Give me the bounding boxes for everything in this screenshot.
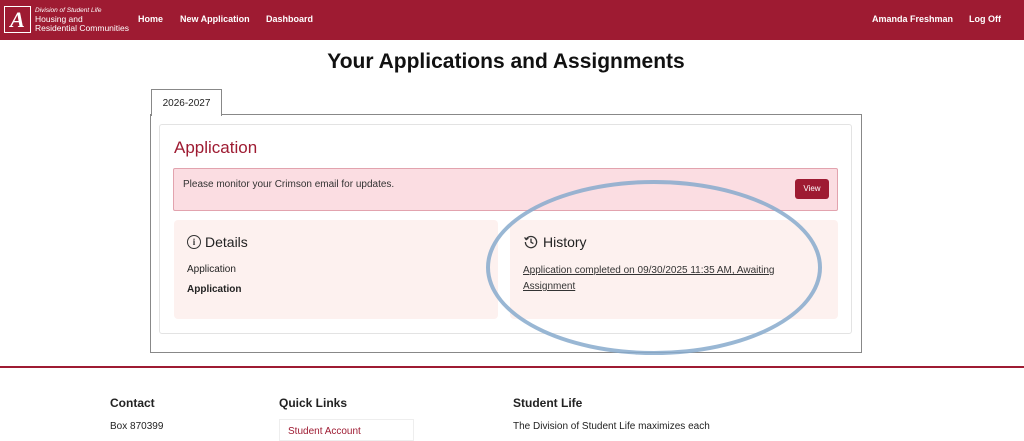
alert-message: Please monitor your Crimson email for up…	[183, 179, 395, 190]
info-circle-icon: i	[187, 235, 201, 249]
details-heading-text: Details	[205, 234, 248, 250]
brand-text[interactable]: Division of Student Life Housing and Res…	[35, 6, 129, 33]
nav-home-link[interactable]: Home	[138, 14, 163, 24]
view-button[interactable]: View	[795, 179, 829, 199]
top-navbar: A Division of Student Life Housing and R…	[0, 0, 1024, 40]
quick-link-student-account[interactable]: Student Account	[288, 426, 361, 437]
details-heading: i Details	[187, 234, 248, 250]
footer-student-life-title: Student Life	[513, 396, 583, 410]
footer-quick-links-title: Quick Links	[279, 396, 348, 410]
detail-value: Application	[187, 284, 242, 295]
history-heading-text: History	[543, 234, 587, 250]
page-title: Your Applications and Assignments	[327, 50, 685, 73]
history-clock-icon	[524, 235, 538, 249]
nav-dashboard-link[interactable]: Dashboard	[266, 14, 313, 24]
brand-line-residential: Residential Communities	[35, 23, 130, 33]
footer-student-life-text: The Division of Student Life maximizes e…	[513, 421, 710, 432]
history-heading: History	[523, 234, 587, 250]
tab-2026-2027[interactable]: 2026-2027	[151, 89, 222, 116]
history-entry-link[interactable]: Application completed on 09/30/2025 11:3…	[523, 263, 813, 295]
application-card-title: Application	[174, 138, 258, 157]
footer-divider	[0, 366, 1024, 368]
nav-new-application-link[interactable]: New Application	[180, 14, 250, 24]
detail-label: Application	[187, 264, 236, 275]
footer-contact-title: Contact	[110, 396, 155, 410]
nav-user-link[interactable]: Amanda Freshman	[872, 14, 953, 24]
nav-logoff-link[interactable]: Log Off	[969, 14, 1001, 24]
ua-logo-icon[interactable]: A	[4, 6, 31, 33]
footer-contact-address: Box 870399	[110, 421, 164, 432]
